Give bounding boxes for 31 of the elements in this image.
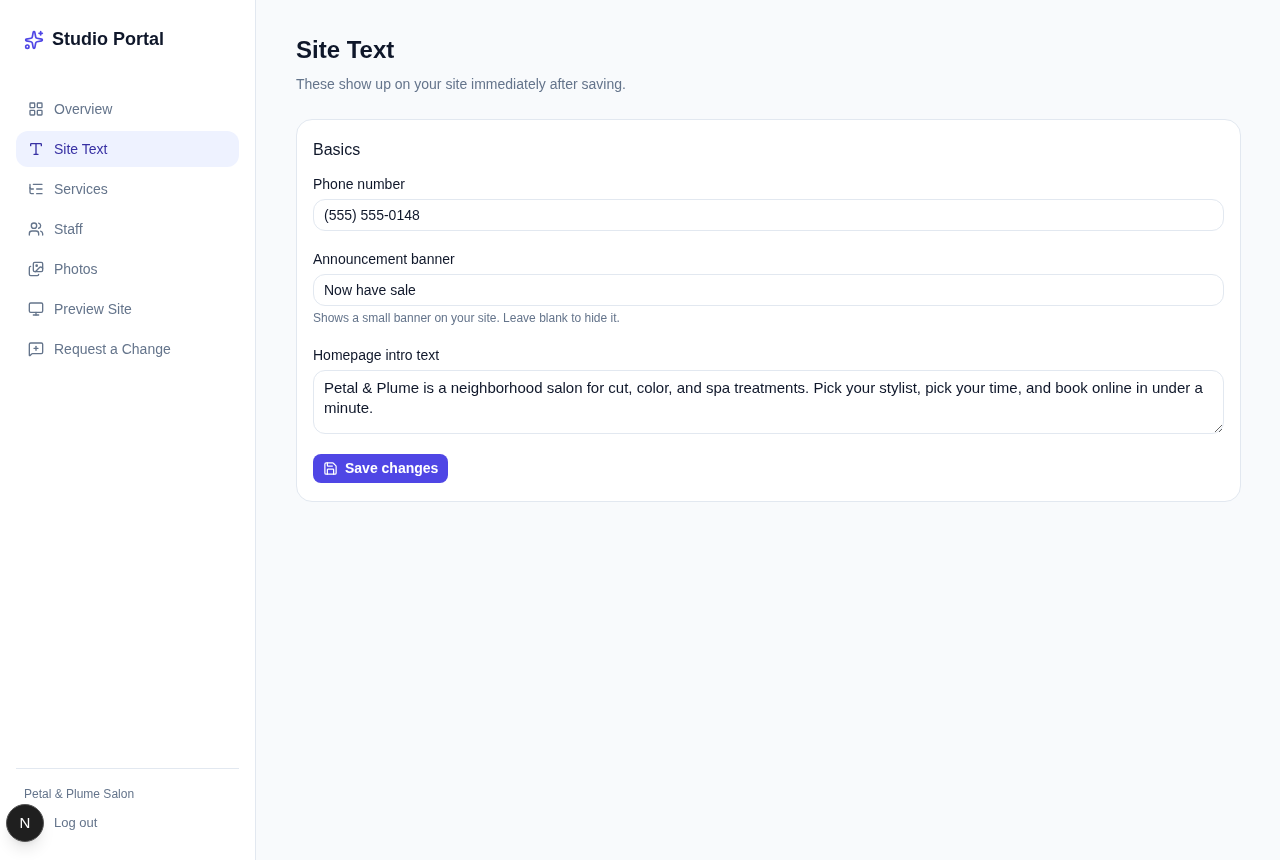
page-title: Site Text xyxy=(296,35,396,65)
nav-item[interactable]: Request a Change xyxy=(16,331,239,367)
dev-indicator[interactable]: N xyxy=(6,804,44,842)
brand-name: Studio Portal xyxy=(52,28,164,51)
field-label: Announcement banner xyxy=(313,250,456,269)
nav-item[interactable]: Preview Site xyxy=(16,291,239,327)
page-subtitle: These show up on your site immediately after saving. xyxy=(296,75,627,94)
text-field[interactable]: Now have sale xyxy=(313,274,1224,306)
nav-item[interactable]: Staff xyxy=(16,211,239,247)
field-label: Homepage intro text xyxy=(313,346,441,365)
text-icon xyxy=(28,141,44,157)
text-field[interactable]: (555) 555-0148 xyxy=(313,199,1224,231)
list-icon xyxy=(28,181,44,197)
save-button[interactable]: Save changes xyxy=(313,454,449,483)
nav-item[interactable]: Site Text xyxy=(16,131,239,167)
nav-item[interactable]: Overview xyxy=(16,91,239,127)
message-plus-icon xyxy=(28,341,44,357)
field-hint: Shows a small banner on your site. Leave blank to hide it. xyxy=(313,310,621,327)
save-icon xyxy=(323,461,338,476)
field-label: Phone number xyxy=(313,175,406,194)
nav-item[interactable]: Services xyxy=(16,171,239,207)
text-area[interactable]: Petal & Plume is a neighborhood salon for cut, color, and spa treatments. Pick your stylist, pick your time, and book online in under a minute. xyxy=(313,370,1224,434)
logout-link[interactable]: Log out xyxy=(54,812,98,832)
business-name: Petal & Plume Salon xyxy=(24,785,136,803)
images-icon xyxy=(28,261,44,277)
card-title: Basics xyxy=(313,140,362,160)
grid-icon xyxy=(28,101,44,117)
nav-item[interactable]: Photos xyxy=(16,251,239,287)
sparkle-icon xyxy=(24,29,44,50)
monitor-icon xyxy=(28,301,44,317)
users-icon xyxy=(28,221,44,237)
